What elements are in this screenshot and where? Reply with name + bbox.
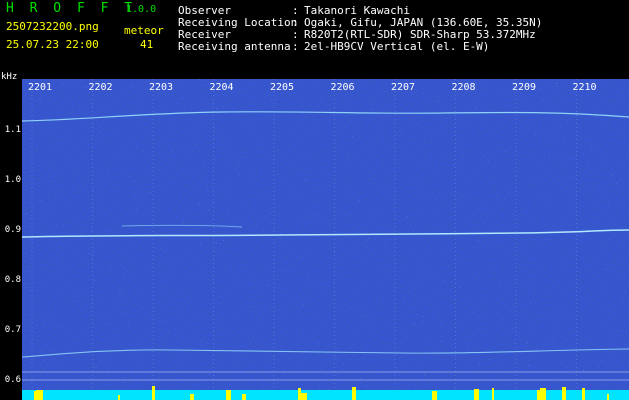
y-tick-1-0: 1.0 — [4, 175, 21, 185]
signal-peak — [432, 391, 437, 400]
app-title: H R O F F T — [6, 1, 137, 16]
y-tick-0-6: 0.6 — [4, 375, 21, 385]
antenna-label: Receiving antenna — [178, 40, 291, 53]
header: H R O F F T 1.0.0 2507232200.png 25.07.2… — [0, 0, 629, 72]
signal-peak — [118, 395, 120, 400]
meteor-label: meteor — [124, 24, 164, 37]
x-tick-label: 2208 — [451, 82, 475, 93]
signal-peak — [40, 390, 43, 400]
signal-peak — [492, 388, 494, 400]
signal-peak — [352, 387, 356, 400]
x-tick-label: 2203 — [149, 82, 173, 93]
file-datetime: 25.07.23 22:00 — [6, 38, 99, 51]
y-axis: kHz 1.1 1.0 0.9 0.8 0.7 0.6 — [0, 72, 22, 400]
x-tick-label: 2210 — [572, 82, 596, 93]
file-name: 2507232200.png — [6, 20, 99, 33]
signal-peak — [242, 394, 246, 400]
antenna-colon: : — [292, 40, 299, 53]
y-tick-0-9: 0.9 — [4, 225, 21, 235]
signal-peak — [226, 390, 231, 400]
meteor-count: 41 — [140, 38, 154, 51]
x-tick-label: 2202 — [88, 82, 112, 93]
signal-peak — [542, 388, 546, 400]
signal-peak — [36, 390, 40, 400]
y-axis-unit: kHz — [1, 72, 18, 82]
x-tick-label: 2201 — [28, 82, 52, 93]
signal-peak — [303, 393, 307, 400]
y-tick-0-8: 0.8 — [4, 275, 21, 285]
signal-peak — [562, 387, 566, 400]
x-tick-label: 2207 — [391, 82, 415, 93]
signal-peak — [607, 394, 609, 400]
antenna-value: 2el-HB9CV Vertical (el. E-W) — [304, 40, 490, 53]
signal-peak — [474, 389, 479, 400]
app-version: 1.0.0 — [126, 4, 157, 15]
x-tick-label: 2204 — [209, 82, 233, 93]
signal-peak — [152, 386, 155, 400]
x-tick-label: 2205 — [270, 82, 294, 93]
x-tick-label: 2209 — [512, 82, 536, 93]
signal-peak — [582, 388, 585, 400]
y-tick-1-1: 1.1 — [4, 125, 21, 135]
spectrogram: 2201 2202 2203 2204 2205 2206 2207 2208 2209 2210 — [22, 79, 629, 400]
signal-peak — [300, 393, 303, 400]
x-tick-label: 2206 — [330, 82, 354, 93]
signal-peak — [190, 394, 194, 400]
y-tick-0-7: 0.7 — [4, 325, 21, 335]
